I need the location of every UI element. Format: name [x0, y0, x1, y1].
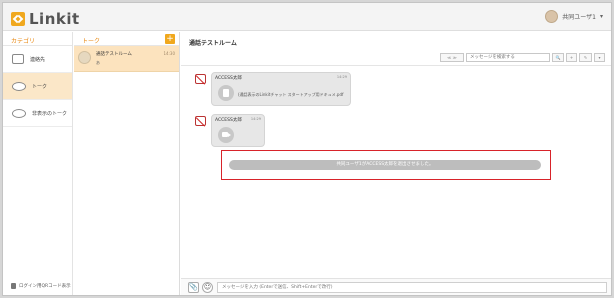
sidebar-item-label: 非表示のトーク	[32, 110, 68, 117]
add-talk-button[interactable]: +	[165, 34, 175, 44]
page-title: 通話テストルーム	[189, 40, 237, 47]
talk-list: トーク + 通話テストルーム あ 14:30	[74, 32, 180, 295]
linkit-logo-icon	[11, 12, 25, 26]
add-member-button[interactable]: +	[566, 53, 577, 62]
system-message: 共同ユーザ1がACCESS太郎を退出させました。	[229, 160, 541, 170]
user-name: 共同ユーザ1	[562, 14, 596, 21]
sidebar-item-contacts[interactable]: 連絡先	[3, 46, 72, 73]
no-read-icon	[195, 74, 206, 84]
hidden-chat-icon	[12, 108, 26, 118]
qr-link-label: ログイン用QRコード表示	[19, 284, 71, 289]
qr-code-login-link[interactable]: ログイン用QRコード表示	[11, 283, 71, 289]
file-name[interactable]: (通話表示のLinkitチャット スタートアップ用ドキュメ.pdf	[238, 92, 343, 98]
sidebar-item-hidden-talk[interactable]: 非表示のトーク	[3, 100, 72, 127]
app-logo[interactable]: Linkit	[11, 10, 80, 28]
compose-bar: 📎 ☺	[181, 278, 611, 295]
chevron-down-icon[interactable]: ▾	[594, 53, 605, 62]
user-menu[interactable]: 共同ユーザ1 ▾	[545, 10, 603, 23]
edit-icon[interactable]: ✎	[579, 53, 592, 62]
attach-icon[interactable]: 📎	[188, 282, 199, 293]
sidebar-item-label: トーク	[32, 83, 48, 90]
message-sender: ACCESS太郎	[215, 76, 242, 81]
message-bubble[interactable]: ACCESS太郎 14:29	[211, 114, 265, 147]
talk-time: 14:30	[163, 51, 175, 56]
user-avatar	[545, 10, 559, 23]
emoji-icon[interactable]: ☺	[202, 282, 213, 293]
no-read-icon	[195, 116, 206, 126]
list-item[interactable]: 通話テストルーム あ 14:30	[74, 46, 179, 72]
room-avatar	[78, 51, 91, 64]
chat-toolbar: ≪ ≫ 🔍 + ✎ ▾	[440, 53, 605, 62]
search-icon[interactable]: 🔍	[552, 53, 564, 62]
talk-last-message: あ	[96, 60, 100, 65]
lock-icon	[11, 283, 16, 289]
message-bubble[interactable]: ACCESS太郎 14:29 (通話表示のLinkitチャット スタートアップ用…	[211, 72, 351, 106]
message-time: 14:29	[336, 75, 347, 79]
contacts-icon	[12, 54, 24, 64]
video-camera-icon[interactable]	[218, 127, 234, 143]
sidebar-item-label: 連絡先	[30, 56, 46, 63]
divider	[181, 65, 611, 66]
sidebar-item-talk[interactable]: トーク	[3, 73, 72, 100]
message-sender: ACCESS太郎	[215, 118, 242, 123]
chat-panel: 通話テストルーム ≪ ≫ 🔍 + ✎ ▾ ACCESS太郎 14:29 (通話表…	[181, 32, 611, 295]
brand-name: Linkit	[29, 10, 80, 28]
category-sidebar: カテゴリ 連絡先 トーク 非表示のトーク ログイン用QRコード表示	[3, 32, 73, 295]
talk-list-title: トーク	[82, 38, 101, 45]
category-title: カテゴリ	[3, 32, 72, 46]
highlight-box: 共同ユーザ1がACCESS太郎を退出させました。	[221, 150, 551, 180]
app-window: Linkit 共同ユーザ1 ▾ カテゴリ 連絡先 トーク 非表示のトーク ログイ…	[2, 2, 612, 296]
chat-bubble-icon	[12, 81, 26, 91]
search-input[interactable]	[466, 53, 550, 62]
talk-name: 通話テストルーム	[96, 52, 132, 57]
message-input[interactable]	[217, 282, 607, 293]
talk-list-header: トーク +	[74, 32, 179, 46]
navigate-button[interactable]: ≪ ≫	[440, 53, 464, 62]
file-icon[interactable]	[218, 85, 234, 101]
chevron-down-icon: ▾	[599, 13, 603, 20]
message-time: 14:29	[250, 117, 261, 121]
app-header: Linkit 共同ユーザ1 ▾	[3, 3, 611, 31]
